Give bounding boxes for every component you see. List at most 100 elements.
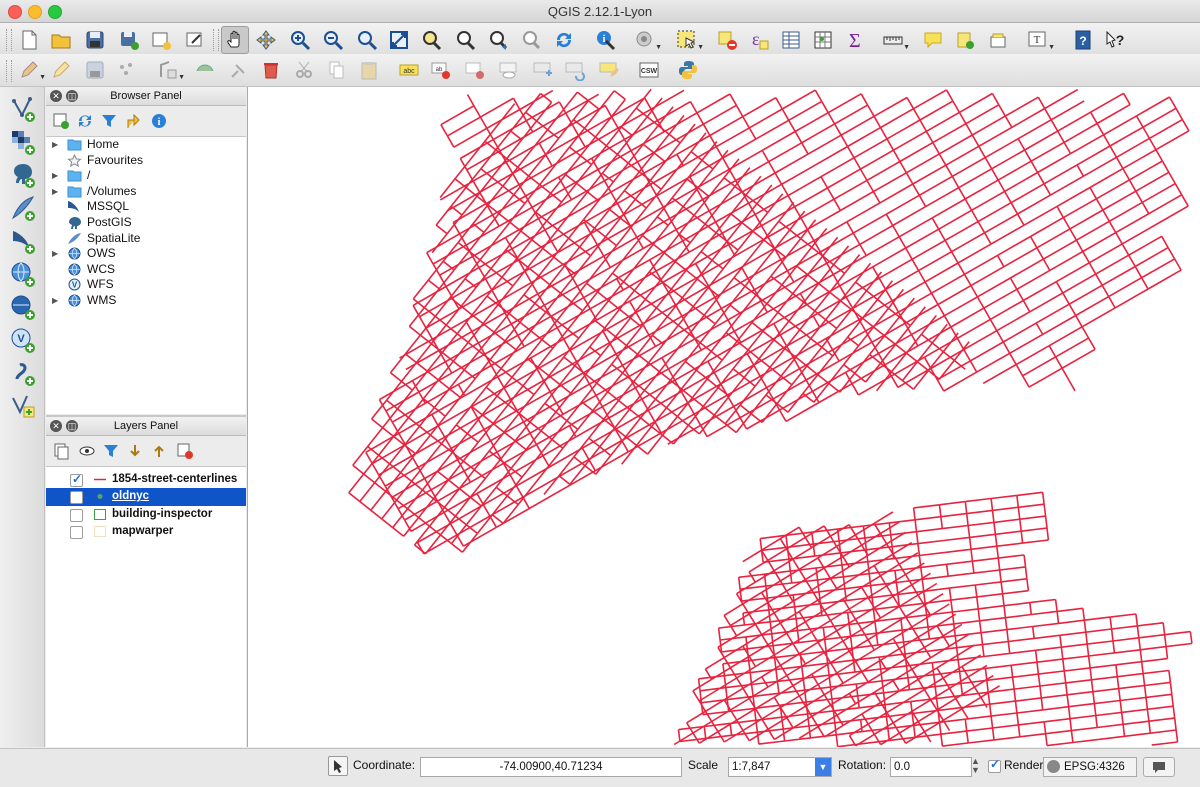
expand-arrow-icon[interactable]: ▶ <box>52 168 58 184</box>
identify-features-icon[interactable]: i <box>592 27 618 53</box>
rotate-label-icon[interactable] <box>562 57 588 83</box>
attribute-table-icon[interactable] <box>778 27 804 53</box>
layer-labeling-options-icon[interactable]: abc <box>396 57 422 83</box>
text-annotation-icon[interactable]: T ▼ <box>1025 27 1055 53</box>
coordinate-field[interactable]: -74.00900,40.71234 <box>420 757 682 777</box>
toggle-extents-mouse-icon[interactable] <box>328 756 348 776</box>
map-canvas[interactable] <box>247 87 1200 747</box>
expand-all-icon[interactable] <box>126 442 144 460</box>
messages-button[interactable] <box>1143 757 1175 777</box>
add-wcs-layer-icon[interactable] <box>9 293 37 321</box>
add-postgis-layer-icon[interactable] <box>9 161 37 189</box>
scale-combobox[interactable]: 1:7,847 ▼ <box>728 757 832 777</box>
add-wms-layer-icon[interactable] <box>9 260 37 288</box>
layer-visibility-checkbox[interactable] <box>70 471 83 488</box>
python-console-icon[interactable] <box>675 57 701 83</box>
layer-row[interactable]: 1854-street-centerlines <box>46 471 246 488</box>
close-panel-icon[interactable]: ✕ <box>50 420 62 432</box>
paste-features-icon[interactable] <box>356 57 382 83</box>
cut-features-icon[interactable] <box>292 57 318 83</box>
render-checkbox[interactable] <box>988 757 1001 773</box>
new-print-composer-icon[interactable] <box>148 27 174 53</box>
expand-arrow-icon[interactable]: ▶ <box>52 137 58 153</box>
trash-delete-icon[interactable] <box>258 57 284 83</box>
new-project-icon[interactable] <box>16 27 42 53</box>
pan-map-icon[interactable] <box>221 26 249 54</box>
layer-row[interactable]: building-inspector <box>46 506 246 523</box>
expand-arrow-icon[interactable]: ▶ <box>52 293 58 309</box>
manage-layer-visibility-icon[interactable] <box>78 442 96 460</box>
field-calculator-icon[interactable] <box>810 27 836 53</box>
float-panel-icon[interactable]: ◫ <box>66 420 78 432</box>
add-selected-layers-icon[interactable] <box>52 112 70 130</box>
browser-item[interactable]: PostGIS <box>46 215 246 231</box>
current-edits-icon[interactable]: ▼ <box>16 57 46 83</box>
toggle-editing-icon[interactable] <box>48 57 74 83</box>
help-contents-icon[interactable]: ? <box>1070 27 1096 53</box>
refresh-browser-icon[interactable] <box>76 112 94 130</box>
browser-item[interactable]: ▶ / <box>46 168 246 184</box>
zoom-last-icon[interactable] <box>486 27 512 53</box>
properties-info-icon[interactable]: i <box>150 112 168 130</box>
browser-item[interactable]: ▶ Home <box>46 137 246 153</box>
statistical-summary-icon[interactable]: Σ <box>843 27 869 53</box>
show-bookmarks-icon[interactable] <box>985 27 1011 53</box>
add-raster-layer-icon[interactable] <box>9 128 37 156</box>
layer-row[interactable]: oldnyc <box>46 488 246 506</box>
map-tips-icon[interactable] <box>920 27 946 53</box>
zoom-full-icon[interactable] <box>386 27 412 53</box>
zoom-next-icon[interactable] <box>519 27 545 53</box>
layer-visibility-checkbox[interactable] <box>70 525 83 539</box>
move-label-icon[interactable] <box>530 57 556 83</box>
close-panel-icon[interactable]: ✕ <box>50 90 62 102</box>
refresh-icon[interactable] <box>551 27 577 53</box>
browser-item[interactable]: MSSQL <box>46 199 246 215</box>
measure-line-icon[interactable]: ▼ <box>880 27 910 53</box>
show-hide-labels-icon[interactable] <box>496 57 522 83</box>
crs-status-button[interactable]: EPSG:4326 <box>1043 757 1137 777</box>
browser-item[interactable]: ▶ WMS <box>46 293 246 309</box>
open-project-icon[interactable] <box>48 27 74 53</box>
select-features-icon[interactable]: ▼ <box>674 27 704 53</box>
filter-browser-icon[interactable] <box>100 112 118 130</box>
collapse-all-layers-icon[interactable] <box>150 442 168 460</box>
composer-manager-icon[interactable] <box>182 27 208 53</box>
layer-visibility-checkbox[interactable] <box>70 508 83 522</box>
add-wfs-layer-icon[interactable]: V <box>9 326 37 354</box>
add-mssql-layer-icon[interactable] <box>9 227 37 255</box>
save-as-icon[interactable] <box>116 27 142 53</box>
delete-selected-icon[interactable] <box>226 57 252 83</box>
float-panel-icon[interactable]: ◫ <box>66 90 78 102</box>
new-layer-icon[interactable] <box>9 392 37 420</box>
zoom-in-icon[interactable] <box>287 27 313 53</box>
move-feature-icon[interactable]: ▼ <box>155 57 185 83</box>
rotation-spinbox[interactable]: 0.0 <box>890 757 972 777</box>
save-layer-edits-icon[interactable] <box>82 57 108 83</box>
expand-arrow-icon[interactable]: ▶ <box>52 184 58 200</box>
browser-item[interactable]: Favourites <box>46 153 246 169</box>
add-group-icon[interactable] <box>52 442 70 460</box>
add-delimited-text-layer-icon[interactable] <box>9 359 37 387</box>
browser-item[interactable]: ▶ /Volumes <box>46 184 246 200</box>
zoom-to-selection-icon[interactable] <box>418 27 444 53</box>
csw-icon[interactable]: CSW <box>636 57 662 83</box>
copy-features-icon[interactable] <box>324 57 350 83</box>
zoom-to-layer-icon[interactable] <box>452 27 478 53</box>
chevron-down-icon[interactable]: ▼ <box>815 758 831 776</box>
change-label-icon[interactable] <box>596 57 622 83</box>
select-by-expression-icon[interactable]: ε <box>746 27 772 53</box>
layer-row[interactable]: mapwarper <box>46 523 246 540</box>
collapse-all-icon[interactable] <box>124 112 142 130</box>
run-feature-action-icon[interactable]: ▼ <box>632 27 662 53</box>
browser-item[interactable]: SpatiaLite <box>46 231 246 247</box>
toolbar-grip[interactable] <box>6 29 12 51</box>
whats-this-icon[interactable]: ? <box>1102 27 1128 53</box>
add-vector-layer-icon[interactable] <box>9 95 37 123</box>
highlight-pinned-labels-icon[interactable]: ab <box>428 57 454 83</box>
rotation-stepper-icon[interactable]: ▲ ▼ <box>971 757 980 775</box>
node-tool-icon[interactable] <box>192 57 218 83</box>
new-bookmark-icon[interactable] <box>952 27 978 53</box>
deselect-features-icon[interactable] <box>714 27 740 53</box>
zoom-out-icon[interactable] <box>320 27 346 53</box>
zoom-native-resolution-icon[interactable] <box>354 27 380 53</box>
